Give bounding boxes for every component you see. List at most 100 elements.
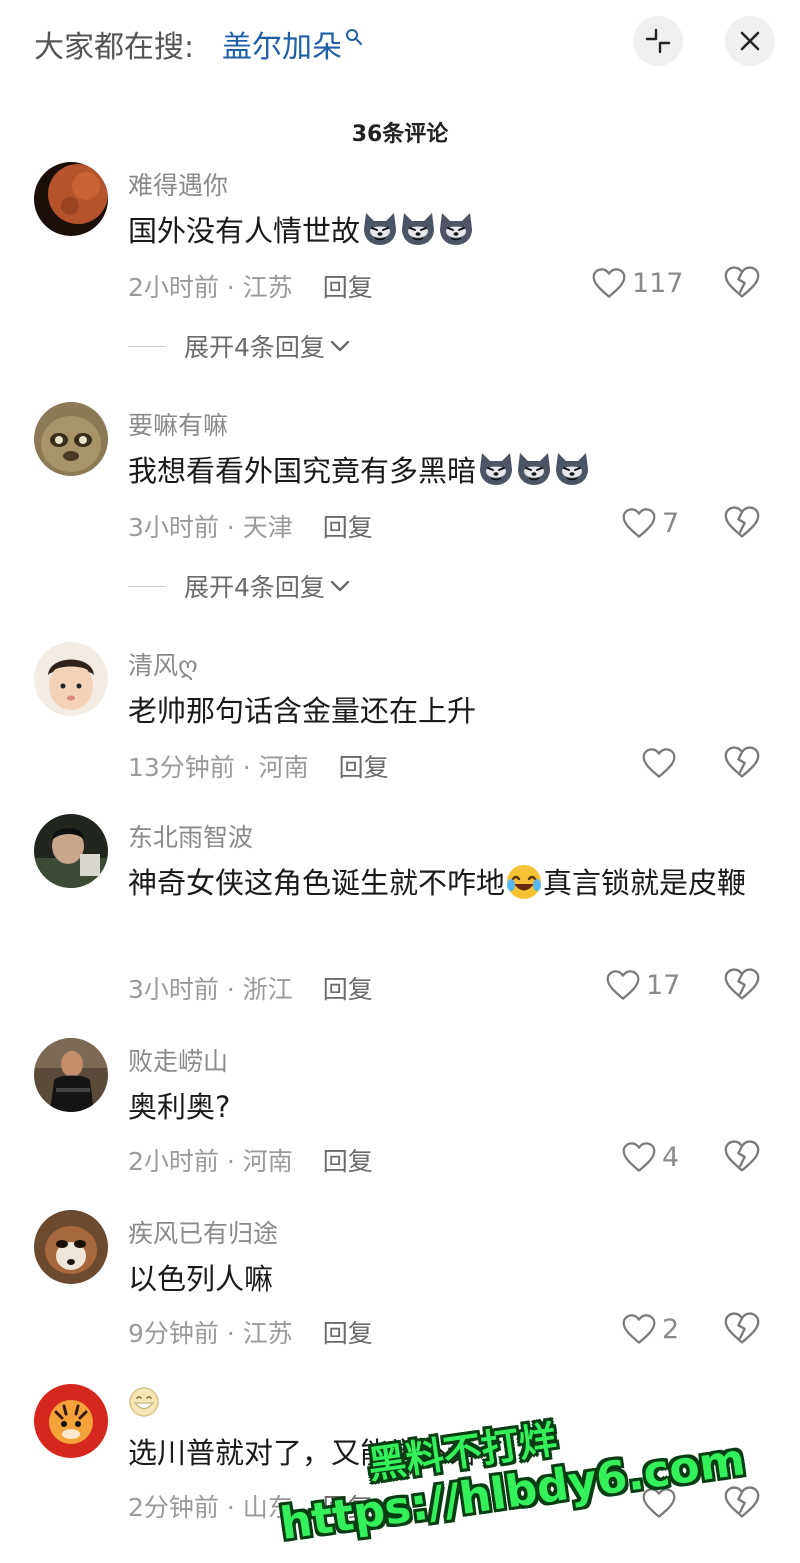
comment-location: 河南 [242,1147,293,1176]
comment-location: 江苏 [242,273,293,302]
like-button[interactable]: 7 [622,506,679,540]
comment-username[interactable] [128,1386,160,1422]
dog-emoji-icon [514,449,554,489]
like-count: 4 [662,1141,680,1173]
reply-button[interactable]: 回复 [323,513,373,542]
dog-emoji-icon [552,449,592,489]
broken-heart-icon[interactable] [724,1310,760,1346]
comment-text: 神奇女侠这角色诞生就不咋地 [128,866,506,900]
chevron-down-icon [330,340,350,352]
broken-heart-icon[interactable] [724,966,760,1002]
comment-time: 2分钟前 [128,1493,219,1522]
reply-button[interactable]: 回复 [323,273,373,302]
comment-time: 13分钟前 [128,753,235,782]
hot-search-term-link[interactable]: 盖尔加朵 [222,22,342,66]
avatar[interactable] [34,1210,108,1284]
comment-content: 国外没有人情世故 [128,206,768,256]
comment-count: 36条评论 [351,122,449,147]
comment-text: 老帅那句话含金量还在上升 [128,694,477,728]
broken-heart-icon[interactable] [724,744,760,780]
dog-emoji-icon [476,449,516,489]
chevron-down-icon [330,580,350,592]
expand-replies-button[interactable]: 展开4条回复 [128,328,351,364]
search-icon[interactable] [345,28,363,46]
comment-time: 3小时前 [128,975,219,1004]
heart-outline-icon [642,747,676,779]
like-button[interactable] [642,746,682,780]
collapse-button[interactable] [633,16,683,66]
reply-button[interactable]: 回复 [323,1319,373,1348]
comment-content: 奥利奥? [128,1082,768,1132]
comment-text: 真言锁就是皮鞭 [543,866,747,900]
comment-meta: 2小时前 · 江苏 回复 [128,273,373,302]
dog-emoji-icon [398,209,438,249]
comment-item: 疾风已有归途 以色列人嘛 9分钟前 · 江苏 回复 2 [0,1208,800,1358]
comment-location: 浙江 [242,975,293,1004]
comment-item: 难得遇你 国外没有人情世故 2小时前 · 江苏 回复 117 展开4条回复 [0,160,800,380]
comment-meta: 13分钟前 · 河南 回复 [128,753,389,782]
comment-username[interactable]: 败走崂山 [128,1042,228,1078]
comment-content: 我想看看外国究竟有多黑暗 [128,446,768,496]
comment-text: 我想看看外国究竟有多黑暗 [128,454,477,488]
heart-outline-icon [592,267,626,299]
avatar[interactable] [34,1384,108,1458]
like-button[interactable]: 4 [622,1140,679,1174]
reply-button[interactable]: 回复 [323,1147,373,1176]
comment-item: 败走崂山 奥利奥? 2小时前 · 河南 回复 4 [0,1036,800,1186]
reply-button[interactable]: 回复 [323,975,373,1004]
like-count: 17 [646,969,681,1001]
heart-outline-icon [622,507,656,539]
broken-heart-icon[interactable] [724,504,760,540]
comment-time: 3小时前 [128,513,219,542]
top-bar: 大家都在搜: 盖尔加朵 [0,0,800,90]
expand-replies-button[interactable]: 展开4条回复 [128,568,351,604]
comment-location: 天津 [242,513,293,542]
expand-replies-label: 展开4条回复 [184,573,325,602]
reply-button[interactable]: 回复 [339,753,389,782]
hot-search-prefix: 大家都在搜: [34,30,195,65]
comment-username[interactable]: 清风ღ [128,646,198,682]
comment-content: 神奇女侠这角色诞生就不咋地 真言锁就是皮鞭 [128,858,768,908]
comment-meta: 3小时前 · 浙江 回复 [128,975,373,1004]
comment-time: 2小时前 [128,273,219,302]
grinning-face-icon [129,1387,159,1417]
broken-heart-icon[interactable] [724,264,760,300]
close-button[interactable] [725,16,775,66]
dog-emoji-icon [360,209,400,249]
comment-username[interactable]: 难得遇你 [128,166,228,202]
broken-heart-icon[interactable] [724,1138,760,1174]
comment-location: 河南 [258,753,309,782]
heart-outline-icon [622,1141,656,1173]
collapse-icon [645,28,671,54]
avatar[interactable] [34,1038,108,1112]
heart-outline-icon [622,1313,656,1345]
laughing-crying-emoji-icon [507,865,542,899]
like-button[interactable]: 2 [622,1312,679,1346]
comment-meta: 9分钟前 · 江苏 回复 [128,1319,373,1348]
comment-meta: 3小时前 · 天津 回复 [128,513,373,542]
comment-time: 2小时前 [128,1147,219,1176]
expand-replies-label: 展开4条回复 [184,333,325,362]
comment-text: 以色列人嘛 [128,1262,274,1296]
comment-username[interactable]: 疾风已有归途 [128,1214,278,1250]
avatar[interactable] [34,402,108,476]
comment-text: 国外没有人情世故 [128,214,361,248]
comment-username[interactable]: 东北雨智波 [128,818,253,854]
avatar[interactable] [34,814,108,888]
avatar[interactable] [34,162,108,236]
like-button[interactable]: 17 [606,968,680,1002]
comment-item: 东北雨智波 神奇女侠这角色诞生就不咋地 真言锁就是皮鞭 3小时前 · 浙江 回复 1… [0,812,800,1022]
comment-time: 9分钟前 [128,1319,219,1348]
comment-item: 要嘛有嘛 我想看看外国究竟有多黑暗 3小时前 · 天津 回复 7 展开4条回复 [0,400,800,620]
comment-meta: 2小时前 · 河南 回复 [128,1147,373,1176]
like-button[interactable]: 117 [592,266,684,300]
comment-text: 奥利奥? [128,1090,231,1124]
avatar[interactable] [34,642,108,716]
comment-username[interactable]: 要嘛有嘛 [128,406,228,442]
heart-outline-icon [606,969,640,1001]
like-count: 117 [632,267,684,299]
comment-item: 清风ღ 老帅那句话含金量还在上升 13分钟前 · 河南 回复 [0,640,800,790]
comment-location: 江苏 [242,1319,293,1348]
comment-content: 老帅那句话含金量还在上升 [128,686,768,736]
dog-emoji-icon [436,209,476,249]
